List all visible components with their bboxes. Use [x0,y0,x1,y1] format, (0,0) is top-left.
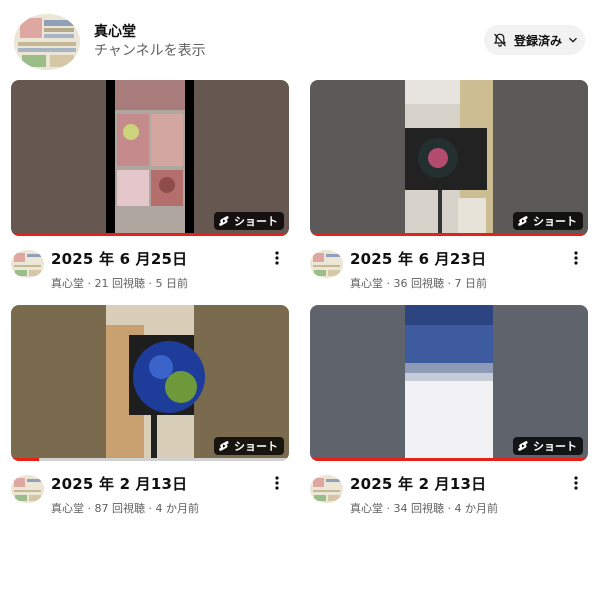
video-meta: 真心堂 · 34 回視聴 · 4 か月前 [350,502,498,515]
shorts-logo-icon [518,216,528,226]
video-thumbnail[interactable]: ショート [310,305,588,461]
subscribed-label: 登録済み [514,33,563,48]
shorts-logo-icon [518,441,528,451]
video-thumbnail[interactable]: ショート [11,80,289,236]
shorts-logo-icon [219,216,229,226]
channel-avatar-small[interactable] [11,250,44,278]
channel-avatar-small[interactable] [310,475,343,503]
channel-avatar-small[interactable] [11,475,44,503]
bell-off-icon [493,33,507,47]
video-title[interactable]: 2025 年 2 月13日 [51,473,187,494]
shorts-badge: ショート [513,437,583,455]
subscribed-button[interactable]: 登録済み [484,25,585,55]
shorts-badge: ショート [214,437,284,455]
more-vert-icon[interactable] [269,474,285,492]
video-thumbnail[interactable]: ショート [310,80,588,236]
more-vert-icon[interactable] [269,249,285,267]
show-channel-link[interactable]: チャンネルを表示 [94,40,206,60]
channel-avatar-small[interactable] [310,250,343,278]
video-meta: 真心堂 · 87 回視聴 · 4 か月前 [51,502,199,515]
shorts-badge: ショート [513,212,583,230]
channel-avatar[interactable] [14,14,80,70]
video-title[interactable]: 2025 年 6 月23日 [350,248,486,269]
more-vert-icon[interactable] [568,249,584,267]
shorts-badge: ショート [214,212,284,230]
more-vert-icon[interactable] [568,474,584,492]
video-title[interactable]: 2025 年 2 月13日 [350,473,486,494]
shorts-logo-icon [219,441,229,451]
video-thumbnail[interactable]: ショート [11,305,289,461]
channel-name[interactable]: 真心堂 [94,21,136,41]
chevron-down-icon [569,37,577,43]
video-meta: 真心堂 · 21 回視聴 · 5 日前 [51,277,188,290]
video-meta: 真心堂 · 36 回視聴 · 7 日前 [350,277,487,290]
video-title[interactable]: 2025 年 6 月25日 [51,248,187,269]
channel-header: 真心堂 チャンネルを表示 登録済み [0,0,600,80]
